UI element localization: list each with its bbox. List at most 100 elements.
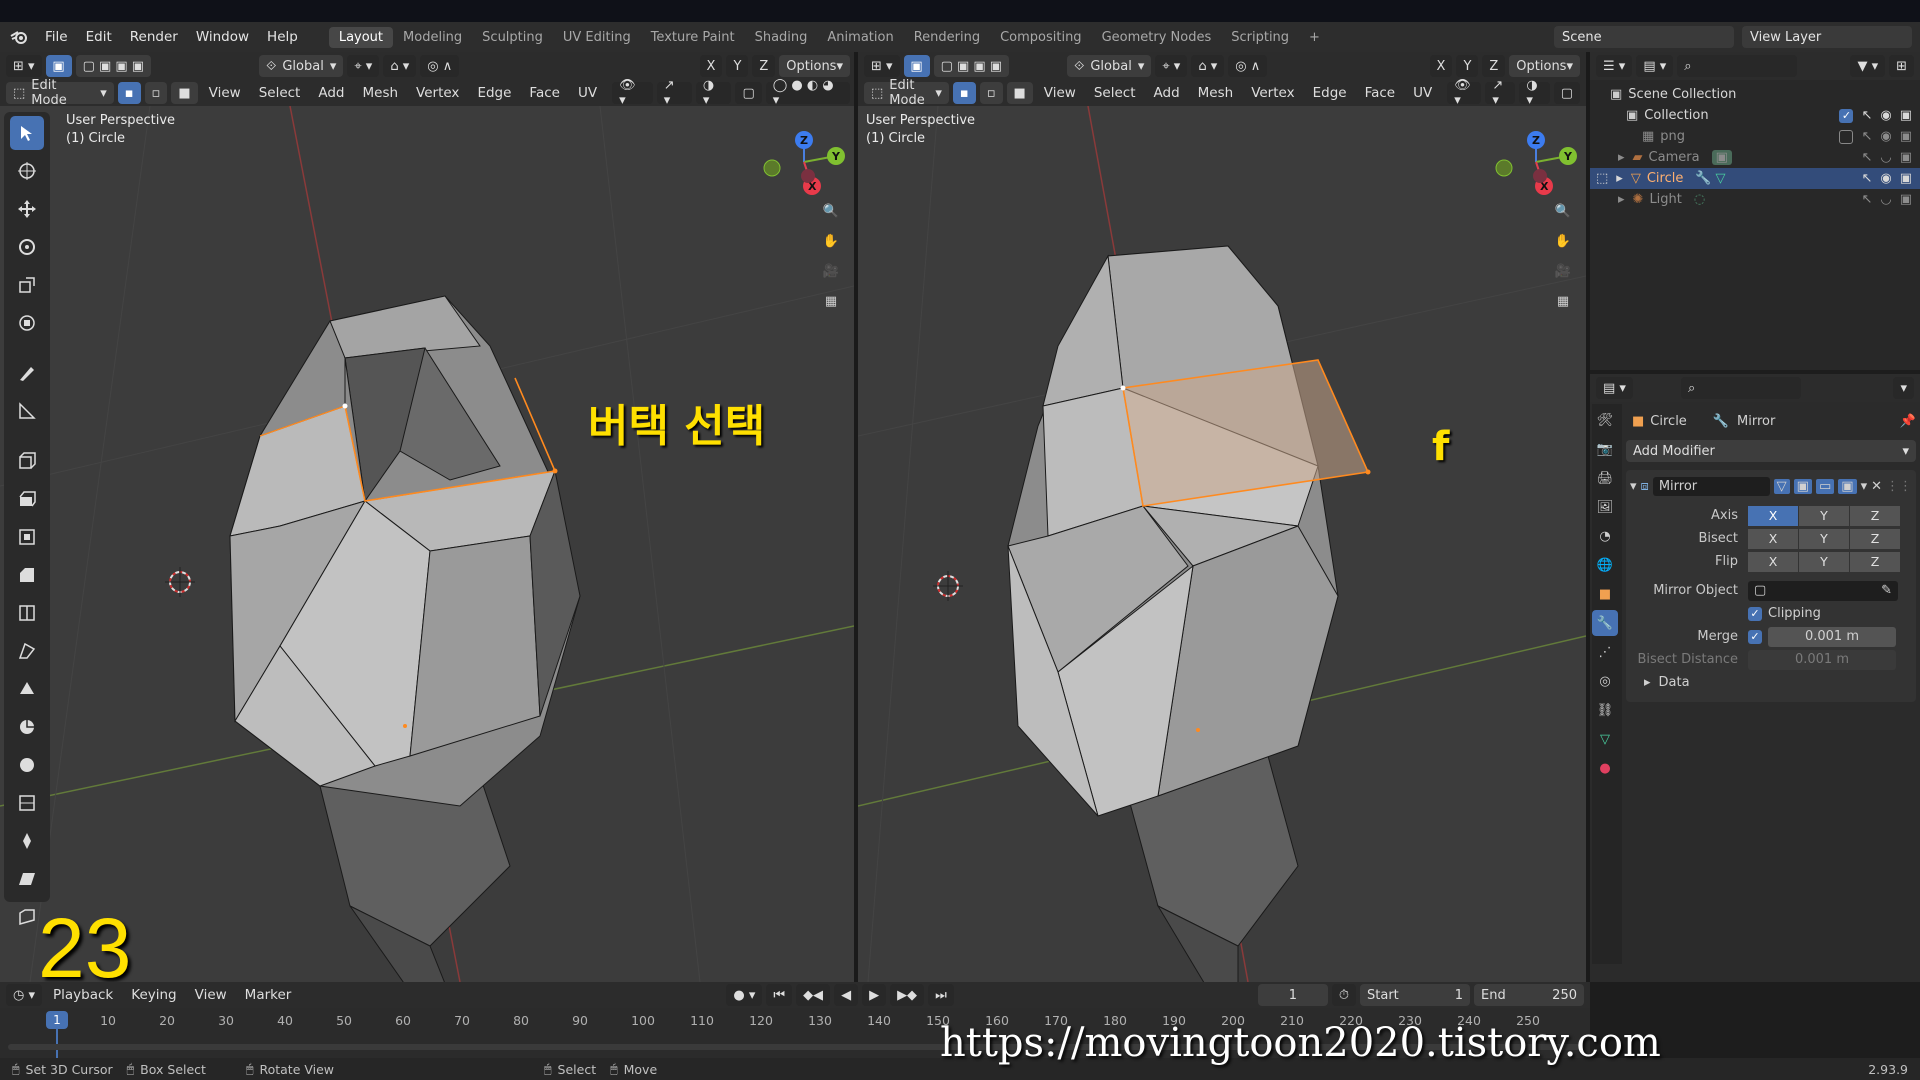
scale-tool-icon[interactable] — [10, 268, 44, 302]
merge-checkbox[interactable]: ✓ — [1748, 629, 1762, 644]
expand-arrow-icon[interactable]: ▸ — [1618, 192, 1625, 207]
rip-region-tool-icon[interactable] — [10, 900, 44, 934]
merge-distance-field[interactable]: 0.001 m — [1768, 626, 1896, 647]
poly-build-tool-icon[interactable] — [10, 672, 44, 706]
remove-modifier-icon[interactable]: ✕ — [1871, 479, 1882, 494]
tab-modeling[interactable]: Modeling — [393, 27, 472, 48]
eye-icon[interactable]: ◉ — [1880, 129, 1891, 144]
selectable-icon[interactable]: ↖ — [1861, 129, 1872, 144]
blender-logo-icon[interactable] — [8, 26, 30, 48]
transform-tool-icon[interactable] — [10, 306, 44, 340]
edit-mode-icon[interactable]: ⬚ — [1596, 171, 1608, 186]
properties-search-input[interactable]: ⌕ — [1680, 377, 1801, 399]
menu-face[interactable]: Face — [1358, 85, 1403, 101]
axis-x-toggle[interactable]: X — [1748, 505, 1798, 526]
modifier-name-field[interactable]: Mirror — [1652, 476, 1770, 496]
tab-geometry-nodes[interactable]: Geometry Nodes — [1092, 27, 1222, 48]
snap-icon[interactable]: ⌂ ▾ — [1191, 55, 1225, 77]
menu-face[interactable]: Face — [522, 85, 567, 101]
proportional-edit-icon[interactable]: ◎ ∧ — [420, 55, 460, 77]
flip-x-toggle[interactable]: X — [1748, 551, 1798, 572]
move-tool-icon[interactable] — [10, 192, 44, 226]
flip-z-toggle[interactable]: Z — [1850, 551, 1900, 572]
modifier-menu-icon[interactable]: ▾ — [1861, 479, 1868, 494]
menu-view[interactable]: View — [202, 85, 248, 101]
pivot-icon[interactable]: ⌖ ▾ — [347, 55, 380, 77]
menu-view[interactable]: View — [1037, 85, 1083, 101]
edit-cage-icon[interactable]: ▽ — [1773, 478, 1790, 494]
png-checkbox[interactable] — [1839, 129, 1854, 144]
selectable-icon[interactable]: ↖ — [1861, 171, 1872, 186]
editor-type-icon[interactable]: ⊞ ▾ — [6, 55, 42, 77]
xray-icon[interactable]: ▢ — [735, 82, 762, 104]
edge-select-mode[interactable]: ▫ — [979, 82, 1003, 104]
axis-z-toggle[interactable]: Z — [1850, 505, 1900, 526]
annotate-tool-icon[interactable] — [10, 356, 44, 390]
outliner-item-png[interactable]: ▦ png ↖ ◉ ▣ — [1590, 126, 1920, 147]
edit-mode-toggle-icon[interactable]: ▣ — [1793, 478, 1812, 494]
cursor-tool-icon[interactable] — [10, 154, 44, 188]
mirror-x-toggle[interactable]: X — [1429, 55, 1453, 77]
selection-mode-icons[interactable]: ▢ ▣ ▣ ▣ — [933, 55, 1010, 77]
vertex-select-mode[interactable]: ▪ — [117, 82, 141, 104]
eye-closed-icon[interactable]: ◡ — [1880, 150, 1891, 165]
menu-playback[interactable]: Playback — [46, 987, 120, 1003]
select-box-mode-icon[interactable]: ▣ — [45, 55, 72, 77]
eye-icon[interactable]: ◉ — [1880, 171, 1891, 186]
view-layer-selector[interactable]: View Layer — [1742, 26, 1912, 48]
scene-selector[interactable]: Scene — [1554, 26, 1734, 48]
face-select-mode[interactable]: ■ — [171, 82, 198, 104]
flip-y-toggle[interactable]: Y — [1799, 551, 1849, 572]
tab-animation[interactable]: Animation — [817, 27, 903, 48]
material-tab-icon[interactable]: ● — [1592, 755, 1618, 781]
next-keyframe-icon[interactable]: ▶◆ — [890, 984, 925, 1006]
measure-tool-icon[interactable] — [10, 394, 44, 428]
zoom-icon[interactable]: 🔍 — [1548, 196, 1578, 226]
tool-tab-icon[interactable]: 🛠 — [1592, 407, 1618, 433]
gizmo-icon[interactable]: ↗ ▾ — [656, 78, 692, 108]
menu-timeline-view[interactable]: View — [188, 987, 234, 1003]
outliner-item-light[interactable]: ▸ ✺ Light ◌ ↖ ◡ ▣ — [1590, 189, 1920, 210]
menu-add[interactable]: Add — [1147, 85, 1187, 101]
mirror-y-toggle[interactable]: Y — [1456, 55, 1479, 77]
timeline-editor-type-icon[interactable]: ◷ ▾ — [6, 984, 43, 1006]
view-layer-tab-icon[interactable]: 🖼 — [1592, 494, 1618, 520]
mode-dropdown[interactable]: ⬚ Edit Mode ▾ — [864, 78, 949, 108]
axis-y-toggle[interactable]: Y — [1799, 505, 1849, 526]
menu-help[interactable]: Help — [258, 29, 307, 45]
viewport-toggle-icon[interactable]: ▭ — [1815, 478, 1835, 494]
mode-dropdown[interactable]: ⬚ Edit Mode ▾ — [6, 78, 114, 108]
shading-mode-icons[interactable]: ◯ ● ◐ ◕ ▾ — [765, 78, 850, 108]
data-tab-icon[interactable]: ▽ — [1592, 726, 1618, 752]
menu-vertex[interactable]: Vertex — [1244, 85, 1301, 101]
left-3d-viewport[interactable]: User Perspective (1) Circle 버택 선택 Z Y X … — [0, 106, 854, 982]
filter-icon[interactable]: ▼ ▾ — [1850, 55, 1886, 77]
pin-icon[interactable]: 📌 — [1900, 414, 1916, 429]
vertex-select-mode[interactable]: ▪ — [952, 82, 976, 104]
render-camera-icon[interactable]: ▣ — [1900, 171, 1912, 186]
scene-tab-icon[interactable]: ◔ — [1592, 523, 1618, 549]
output-tab-icon[interactable]: 🖨 — [1592, 465, 1618, 491]
shrink-fatten-tool-icon[interactable] — [10, 824, 44, 858]
eye-icon[interactable]: ◉ — [1880, 108, 1891, 123]
options-dropdown[interactable]: Options ▾ — [779, 55, 850, 77]
mirror-z-toggle[interactable]: Z — [752, 55, 776, 77]
camera-view-icon[interactable]: 🎥 — [816, 256, 846, 286]
menu-edge[interactable]: Edge — [470, 85, 518, 101]
spin-tool-icon[interactable] — [10, 710, 44, 744]
particles-tab-icon[interactable]: ⋰ — [1592, 639, 1618, 665]
mirror-object-field[interactable]: ▢ ✎ — [1748, 580, 1898, 601]
select-box-tool-icon[interactable] — [10, 116, 44, 150]
jump-start-icon[interactable]: ⏮ — [766, 984, 793, 1006]
tab-scripting[interactable]: Scripting — [1221, 27, 1299, 48]
rotate-tool-icon[interactable] — [10, 230, 44, 264]
menu-vertex[interactable]: Vertex — [409, 85, 466, 101]
world-tab-icon[interactable]: 🌐 — [1592, 552, 1618, 578]
outliner-search-input[interactable]: ⌕ — [1677, 55, 1798, 77]
extrude-tool-icon[interactable] — [10, 482, 44, 516]
tab-texture-paint[interactable]: Texture Paint — [641, 27, 745, 48]
physics-tab-icon[interactable]: ◎ — [1592, 668, 1618, 694]
add-workspace-icon[interactable]: + — [1299, 27, 1330, 48]
expand-arrow-icon[interactable]: ▸ — [1616, 171, 1623, 186]
clipping-checkbox[interactable]: ✓ — [1748, 606, 1762, 621]
